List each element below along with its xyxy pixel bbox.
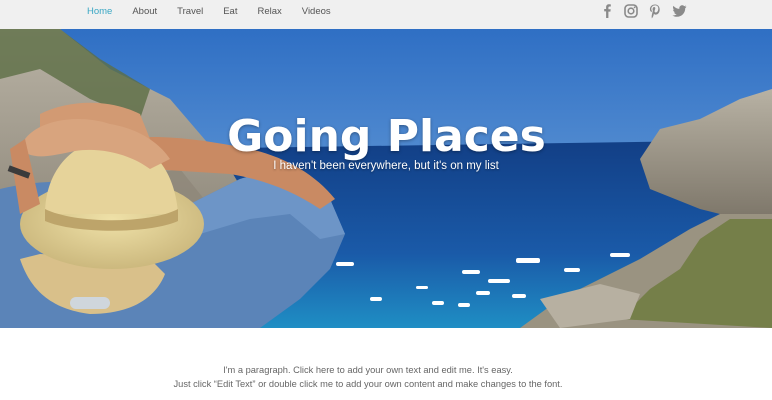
paragraph-line-1: I'm a paragraph. Click here to add your …	[223, 365, 513, 375]
nav-item-videos[interactable]: Videos	[302, 6, 331, 17]
pinterest-icon[interactable]	[647, 3, 663, 19]
hero-section: Going Places I haven't been everywhere, …	[0, 29, 772, 328]
nav-item-relax[interactable]: Relax	[257, 6, 281, 17]
instagram-icon[interactable]	[623, 3, 639, 19]
facebook-icon[interactable]	[599, 3, 615, 19]
top-bar: Home About Travel Eat Relax Videos	[0, 0, 772, 29]
main-nav: Home About Travel Eat Relax Videos	[87, 0, 351, 22]
hero-subtitle: I haven't been everywhere, but it's on m…	[273, 160, 499, 172]
hero-title-text: Going Places	[227, 111, 546, 162]
nav-item-travel[interactable]: Travel	[177, 6, 203, 17]
nav-item-eat[interactable]: Eat	[223, 6, 237, 17]
paragraph-text[interactable]: I'm a paragraph. Click here to add your …	[0, 363, 736, 391]
paragraph-line-2: Just click “Edit Text” or double click m…	[173, 379, 563, 389]
nav-item-about[interactable]: About	[132, 6, 157, 17]
nav-item-home[interactable]: Home	[87, 6, 112, 17]
twitter-icon[interactable]	[671, 3, 687, 19]
social-bar	[599, 3, 687, 19]
hero-title: Going Places	[0, 111, 772, 162]
hero-image	[0, 29, 772, 328]
